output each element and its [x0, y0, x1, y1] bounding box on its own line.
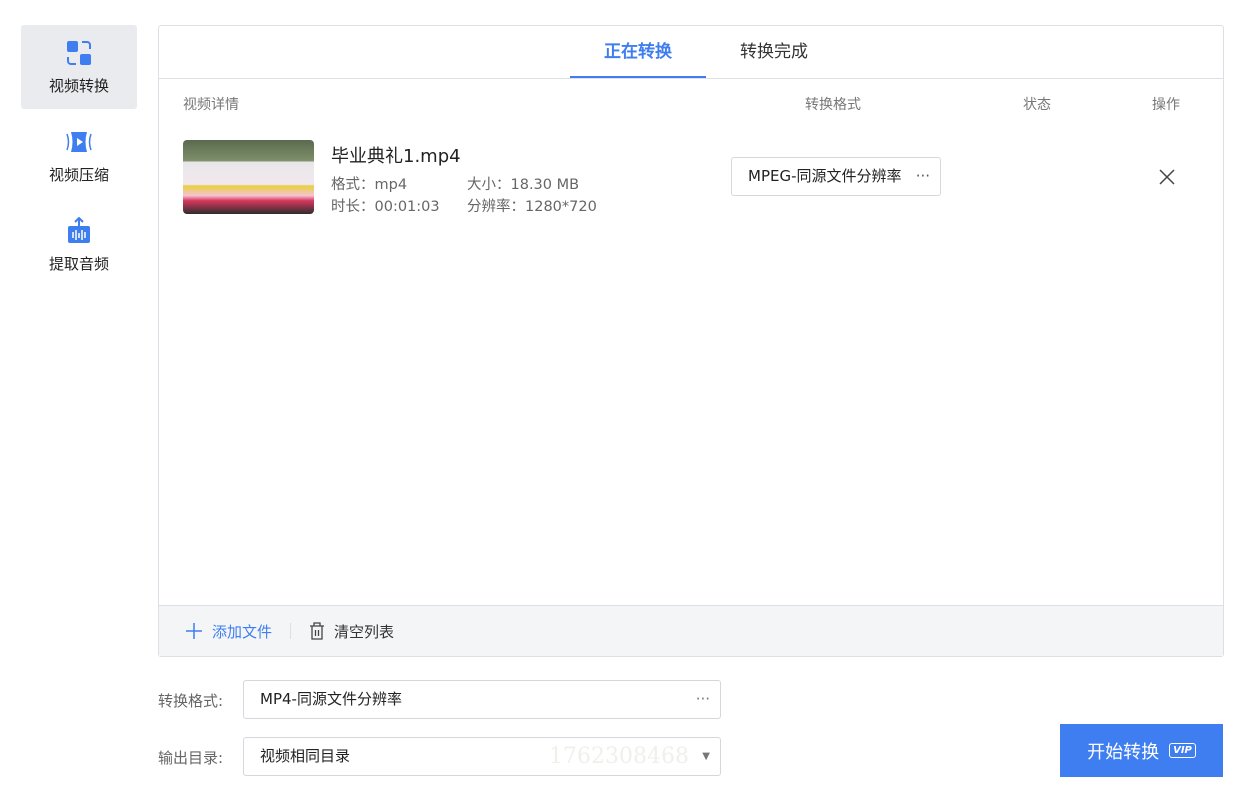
tab-converting[interactable]: 正在转换 — [570, 26, 706, 78]
sidebar-item-extract-audio[interactable]: 提取音频 — [21, 203, 137, 287]
output-dir-select[interactable]: 视频相同目录 1762308468 ▼ — [243, 737, 721, 776]
watermark: 1762308468 — [549, 744, 689, 769]
sidebar: 视频转换 视频压缩 提取音频 — [21, 25, 137, 292]
dropdown-arrow-icon: ▼ — [702, 751, 710, 762]
list-toolbar: 添加文件 清空列表 — [159, 605, 1223, 656]
sidebar-item-label: 视频转换 — [48, 76, 109, 95]
column-status: 状态 — [1023, 97, 1051, 113]
video-thumbnail — [183, 140, 314, 214]
column-format: 转换格式 — [805, 97, 861, 113]
start-convert-button[interactable]: 开始转换 VIP — [1060, 724, 1223, 777]
more-icon: ··· — [915, 167, 930, 185]
compress-icon — [66, 131, 92, 152]
file-format: 格式：mp4 — [331, 177, 408, 193]
column-action: 操作 — [1152, 97, 1180, 113]
conversion-panel: 正在转换 转换完成 视频详情 转换格式 状态 操作 毕业典礼1.mp4 格式：m… — [158, 25, 1224, 657]
sidebar-item-video-compress[interactable]: 视频压缩 — [21, 114, 137, 198]
column-headers: 视频详情 转换格式 状态 操作 — [159, 79, 1223, 125]
trash-icon — [310, 622, 325, 640]
more-icon: ··· — [695, 690, 710, 708]
output-format-field[interactable]: MP4-同源文件分辨率 ··· — [243, 680, 721, 719]
vip-badge: VIP — [1169, 743, 1196, 758]
file-resolution: 分辨率：1280*720 — [467, 199, 597, 215]
file-duration: 时长：00:01:03 — [331, 199, 440, 215]
sidebar-item-label: 提取音频 — [48, 254, 109, 273]
sidebar-item-label: 视频压缩 — [48, 165, 109, 184]
audio-extract-icon — [68, 216, 90, 243]
tab-completed[interactable]: 转换完成 — [706, 26, 842, 78]
file-name: 毕业典礼1.mp4 — [331, 146, 461, 167]
divider — [290, 623, 292, 639]
column-details: 视频详情 — [183, 97, 239, 113]
file-size: 大小：18.30 MB — [467, 177, 580, 193]
output-dir-label: 输出目录: — [158, 749, 224, 767]
close-icon[interactable] — [1157, 167, 1177, 187]
target-format-select[interactable]: MPEG-同源文件分辨率 ··· — [731, 157, 941, 196]
convert-icon — [67, 40, 91, 65]
plus-icon — [186, 623, 202, 639]
file-row: 毕业典礼1.mp4 格式：mp4 大小：18.30 MB 时长：00:01:03… — [159, 125, 1223, 225]
add-file-button[interactable]: 添加文件 — [185, 621, 272, 642]
tab-bar: 正在转换 转换完成 — [159, 26, 1223, 79]
sidebar-item-video-convert[interactable]: 视频转换 — [21, 25, 137, 109]
format-label: 转换格式: — [158, 692, 224, 710]
clear-list-button[interactable]: 清空列表 — [309, 621, 394, 642]
